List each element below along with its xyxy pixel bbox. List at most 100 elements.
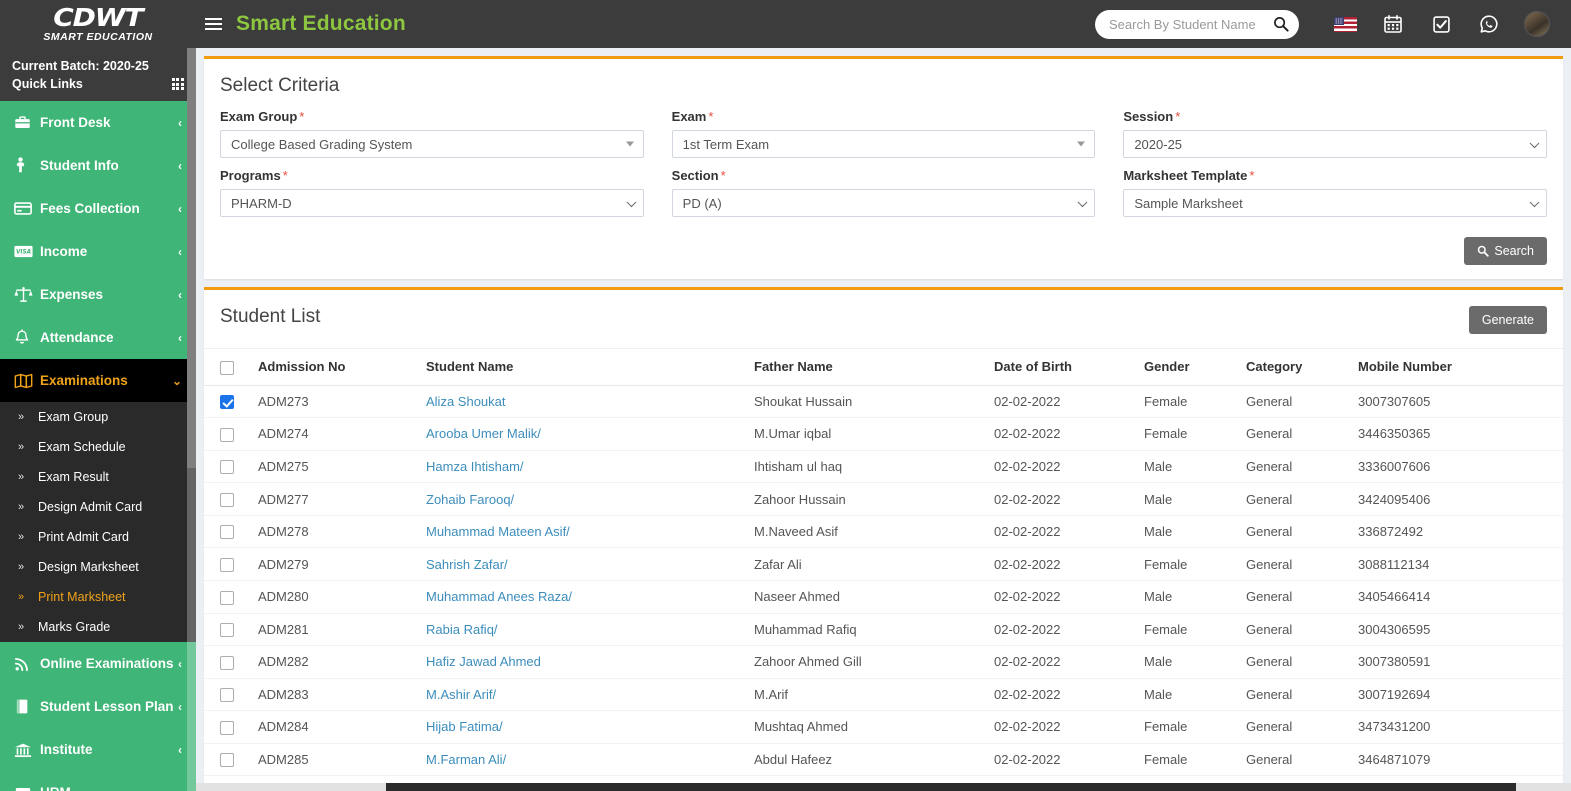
- search-icon[interactable]: [1273, 16, 1289, 32]
- sidebar-item-institute[interactable]: Institute ‹: [0, 728, 196, 771]
- sidebar-item-hrm[interactable]: HRM ‹: [0, 771, 196, 791]
- sidebar-scrollbar-thumb[interactable]: [187, 48, 196, 468]
- sidebar-item-front-desk[interactable]: Front Desk ‹: [0, 101, 196, 144]
- exam-group-select[interactable]: College Based Grading System: [220, 130, 644, 158]
- column-header-mobile-number[interactable]: Mobile Number: [1350, 348, 1563, 386]
- sidebar-subitem-exam-group[interactable]: » Exam Group: [0, 402, 196, 433]
- cell-category: General: [1238, 482, 1350, 516]
- exam-select[interactable]: 1st Term Exam: [671, 130, 1096, 158]
- student-name-link[interactable]: Hamza Ihtisham/: [426, 459, 524, 474]
- cell-date-of-birth: 02-02-2022: [986, 613, 1136, 647]
- chevron-left-icon: ‹: [178, 786, 182, 791]
- row-checkbox[interactable]: [220, 525, 234, 540]
- whatsapp-button[interactable]: [1465, 0, 1513, 48]
- row-checkbox[interactable]: [220, 655, 234, 670]
- row-checkbox[interactable]: [220, 590, 234, 605]
- student-name-link[interactable]: Sahrish Zafar/: [426, 557, 508, 572]
- student-name-link[interactable]: Zohaib Farooq/: [426, 492, 514, 507]
- row-checkbox[interactable]: [220, 688, 234, 703]
- marksheet-template-select[interactable]: Sample Marksheet: [1123, 189, 1547, 217]
- cell-gender: Male: [1136, 515, 1238, 549]
- student-name-link[interactable]: Hafiz Jawad Ahmed: [426, 654, 541, 669]
- sidebar-subitem-marks-grade[interactable]: » Marks Grade: [0, 612, 196, 643]
- student-name-link[interactable]: Arooba Umer Malik/: [426, 426, 541, 441]
- app-logo[interactable]: CDWT SMART EDUCATION: [0, 0, 196, 48]
- row-checkbox[interactable]: [220, 395, 234, 410]
- language-flag-button[interactable]: [1321, 0, 1369, 48]
- sidebar-item-examinations[interactable]: Examinations ⌄: [0, 359, 196, 403]
- chevron-left-icon: ‹: [178, 699, 182, 714]
- sidebar-item-label: HRM: [40, 785, 178, 791]
- search-input[interactable]: [1109, 16, 1273, 32]
- menu-toggle-button[interactable]: [196, 0, 230, 48]
- row-checkbox[interactable]: [220, 753, 234, 768]
- sidebar-item-income[interactable]: VISA Income ‹: [0, 230, 196, 273]
- sidebar-item-online-examinations[interactable]: Online Examinations ‹: [0, 642, 196, 685]
- student-name-link[interactable]: M.Farman Ali/: [426, 752, 506, 767]
- generate-button[interactable]: Generate: [1468, 306, 1547, 334]
- row-select-cell: [204, 710, 250, 744]
- horizontal-scrollbar[interactable]: [196, 783, 1571, 791]
- sidebar-subitem-print-marksheet[interactable]: » Print Marksheet: [0, 582, 196, 613]
- selected-value: Sample Marksheet: [1134, 195, 1243, 211]
- column-header-father-name[interactable]: Father Name: [746, 348, 986, 386]
- field-label: Exam *: [672, 109, 1096, 124]
- student-name-link[interactable]: Muhammad Mateen Asif/: [426, 524, 570, 539]
- cell-admission-no: ADM284: [250, 710, 418, 744]
- horizontal-scrollbar-thumb[interactable]: [386, 783, 1516, 791]
- global-search[interactable]: [1095, 9, 1299, 39]
- student-name-link[interactable]: Aliza Shoukat: [426, 394, 506, 409]
- users-icon: [14, 785, 40, 791]
- sidebar-subitem-design-admit-card[interactable]: » Design Admit Card: [0, 492, 196, 523]
- sidebar-item-attendance[interactable]: Attendance ‹: [0, 316, 196, 359]
- cell-mobile-number: 3473431200: [1350, 710, 1563, 744]
- row-checkbox[interactable]: [220, 557, 234, 572]
- field-section: Section * PD (A): [671, 168, 1096, 217]
- table-row: ADM274 Arooba Umer Malik/M.Umar iqbal 02-0…: [204, 417, 1563, 451]
- cell-father-name: Zahoor Hussain: [746, 482, 986, 516]
- chevron-left-icon: ‹: [178, 201, 182, 216]
- row-checkbox[interactable]: [220, 492, 234, 507]
- grid-icon[interactable]: [171, 78, 184, 91]
- search-button[interactable]: Search: [1464, 237, 1547, 265]
- student-name-link[interactable]: Rabia Rafiq/: [426, 622, 498, 637]
- tasks-button[interactable]: [1417, 0, 1465, 48]
- student-name-link[interactable]: M.Ashir Arif/: [426, 687, 496, 702]
- sidebar-subitem-design-marksheet[interactable]: » Design Marksheet: [0, 552, 196, 583]
- table-row: ADM285 M.Farman Ali/Abdul Hafeez 02-02-202…: [204, 743, 1563, 777]
- row-checkbox[interactable]: [220, 460, 234, 475]
- chevron-down-icon: [1077, 197, 1088, 208]
- column-header-category[interactable]: Category: [1238, 348, 1350, 386]
- row-select-cell: [204, 385, 250, 419]
- cell-mobile-number: 3464871079: [1350, 743, 1563, 777]
- sidebar-item-expenses[interactable]: Expenses ‹: [0, 273, 196, 316]
- select-all-checkbox[interactable]: [220, 360, 234, 375]
- sidebar-item-student-lesson-plan[interactable]: Student Lesson Plan ‹: [0, 685, 196, 728]
- student-name-link[interactable]: Muhammad Anees Raza/: [426, 589, 572, 604]
- column-header-gender[interactable]: Gender: [1136, 348, 1238, 386]
- sidebar-scrollbar[interactable]: [187, 48, 196, 791]
- calendar-button[interactable]: [1369, 0, 1417, 48]
- row-checkbox[interactable]: [220, 720, 234, 735]
- card-icon: [14, 201, 40, 216]
- column-header-admission-no[interactable]: Admission No: [250, 348, 418, 386]
- cell-category: General: [1238, 678, 1350, 712]
- selected-value: PD (A): [682, 195, 722, 211]
- sidebar-subitem-print-admit-card[interactable]: » Print Admit Card: [0, 522, 196, 553]
- session-select[interactable]: 2020-25: [1123, 130, 1547, 158]
- select-criteria-panel: Select Criteria Exam Group * College Base…: [204, 56, 1563, 279]
- cell-admission-no: ADM280: [250, 580, 418, 614]
- row-checkbox[interactable]: [220, 427, 234, 442]
- sidebar-item-fees-collection[interactable]: Fees Collection ‹: [0, 187, 196, 230]
- sidebar-item-student-info[interactable]: Student Info ‹: [0, 144, 196, 187]
- sidebar-subitem-exam-result[interactable]: » Exam Result: [0, 462, 196, 493]
- sidebar-subitem-exam-schedule[interactable]: » Exam Schedule: [0, 432, 196, 463]
- student-name-link[interactable]: Hijab Fatima/: [426, 719, 503, 734]
- column-header-student-name[interactable]: Student Name: [418, 348, 746, 386]
- cell-student-name: M.Ashir Arif/: [418, 678, 746, 712]
- column-header-date-of-birth[interactable]: Date of Birth: [986, 348, 1136, 386]
- section-select[interactable]: PD (A): [671, 189, 1096, 217]
- row-checkbox[interactable]: [220, 623, 234, 638]
- user-menu-button[interactable]: [1513, 0, 1561, 48]
- programs-select[interactable]: PHARM-D: [220, 189, 644, 217]
